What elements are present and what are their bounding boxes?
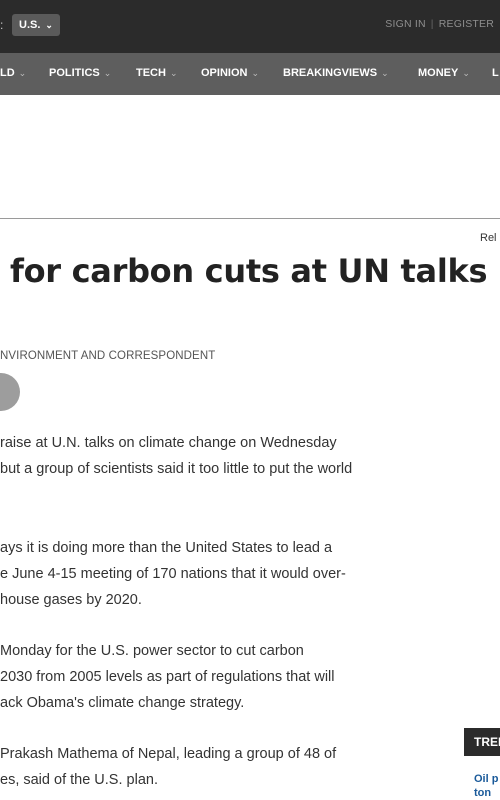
edition-value: U.S. xyxy=(19,19,41,31)
article-byline: NVIRONMENT AND CORRESPONDENT xyxy=(0,350,216,362)
related-link[interactable]: Rel xyxy=(480,232,497,244)
nav-item-politics[interactable]: POLITICS ⌄ xyxy=(49,67,111,79)
nav-item-label: BREAKINGVIEWS xyxy=(283,67,378,79)
chevron-down-icon: ⌄ xyxy=(169,68,178,78)
paragraph-line: Monday for the U.S. power sector to cut … xyxy=(0,643,304,659)
nav-item-label: TECH xyxy=(136,67,166,79)
nav-item-label: POLITICS xyxy=(49,67,100,79)
edition-label: : xyxy=(0,18,4,32)
nav-item-world[interactable]: LD ⌄ xyxy=(0,67,26,79)
nav-item-label: LD xyxy=(0,67,15,79)
top-utility-bar: : U.S. ⌄ SIGN IN | REGISTER xyxy=(0,0,500,53)
nav-item-opinion[interactable]: OPINION ⌄ xyxy=(201,67,259,79)
trending-item-link[interactable]: Oil p ton xyxy=(474,772,500,800)
paragraph-line: but a group of scientists said it too li… xyxy=(0,461,353,477)
nav-item-more[interactable]: L xyxy=(492,67,499,79)
chevron-down-icon: ⌄ xyxy=(103,68,112,78)
paragraph-line: house gases by 2020. xyxy=(0,592,142,608)
section-nav: LD ⌄ POLITICS ⌄ TECH ⌄ OPINION ⌄ BREAKINGVIE… xyxy=(0,53,500,95)
chevron-down-icon: ⌄ xyxy=(381,68,389,78)
sign-in-link[interactable]: SIGN IN xyxy=(385,18,426,30)
article-paragraph: Prakash Mathema of Nepal, leading a grou… xyxy=(0,741,336,793)
nav-item-label: OPINION xyxy=(201,67,248,79)
chevron-down-icon: ⌄ xyxy=(462,68,470,78)
paragraph-line: es, said of the U.S. plan. xyxy=(0,772,158,788)
chevron-down-icon: ⌄ xyxy=(251,68,259,78)
paragraph-line: ays it is doing more than the United Sta… xyxy=(0,540,333,556)
article-paragraph: raise at U.N. talks on climate change on… xyxy=(0,430,352,482)
trending-heading: TRENDING xyxy=(464,728,500,756)
article-paragraph: ays it is doing more than the United Sta… xyxy=(0,535,346,613)
article-paragraph: Monday for the U.S. power sector to cut … xyxy=(0,638,335,716)
auth-links: SIGN IN | REGISTER xyxy=(385,18,494,30)
paragraph-line: ack Obama's climate change strategy. xyxy=(0,695,245,711)
nav-item-label: MONEY xyxy=(418,67,459,79)
chevron-down-icon: ⌄ xyxy=(18,68,27,78)
nav-item-breakingviews[interactable]: BREAKINGVIEWS ⌄ xyxy=(283,67,389,79)
paragraph-line: e June 4-15 meeting of 170 nations that … xyxy=(0,566,346,582)
circle-button-icon[interactable] xyxy=(0,373,20,411)
nav-item-label: L xyxy=(492,67,499,79)
paragraph-line: raise at U.N. talks on climate change on… xyxy=(0,435,337,451)
nav-item-tech[interactable]: TECH ⌄ xyxy=(136,67,178,79)
edition-select[interactable]: U.S. ⌄ xyxy=(12,14,60,36)
nav-item-money[interactable]: MONEY ⌄ xyxy=(418,67,470,79)
chevron-down-icon: ⌄ xyxy=(45,20,53,30)
article-headline: for carbon cuts at UN talks xyxy=(10,252,488,290)
section-divider xyxy=(0,218,500,219)
register-link[interactable]: REGISTER xyxy=(439,18,494,30)
paragraph-line: 2030 from 2005 levels as part of regulat… xyxy=(0,669,335,685)
auth-divider: | xyxy=(430,18,434,30)
paragraph-line: Prakash Mathema of Nepal, leading a grou… xyxy=(0,746,337,762)
